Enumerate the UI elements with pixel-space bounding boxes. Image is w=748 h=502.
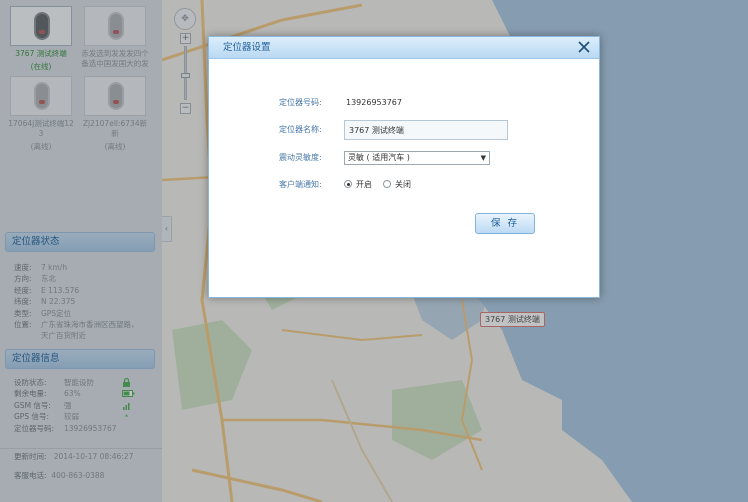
sensitivity-select[interactable]: 灵敏 ( 适用汽车 ) ▼ [344, 151, 490, 165]
number-value: 13926953767 [346, 98, 402, 107]
number-row: 定位器号码: 13926953767 [209, 93, 601, 113]
dialog-title-bar: 定位器设置 [209, 37, 599, 59]
name-input[interactable] [344, 120, 508, 140]
close-icon[interactable] [577, 40, 591, 54]
chevron-down-icon: ▼ [480, 154, 486, 162]
dialog-title: 定位器设置 [223, 42, 271, 53]
notify-off-radio[interactable]: 关闭 [383, 179, 411, 191]
notify-on-radio[interactable]: 开启 [344, 179, 372, 191]
notify-row: 客户端通知: 开启 关闭 [209, 175, 601, 195]
locator-settings-dialog: 定位器设置 定位器号码: 13926953767 定位器名称: 震动灵敏度: 灵… [208, 36, 600, 298]
sensitivity-row: 震动灵敏度: 灵敏 ( 适用汽车 ) ▼ [209, 148, 601, 168]
radio-checked-icon [344, 180, 352, 188]
radio-unchecked-icon [383, 180, 391, 188]
name-row: 定位器名称: [209, 120, 601, 140]
save-button[interactable]: 保 存 [475, 213, 535, 234]
